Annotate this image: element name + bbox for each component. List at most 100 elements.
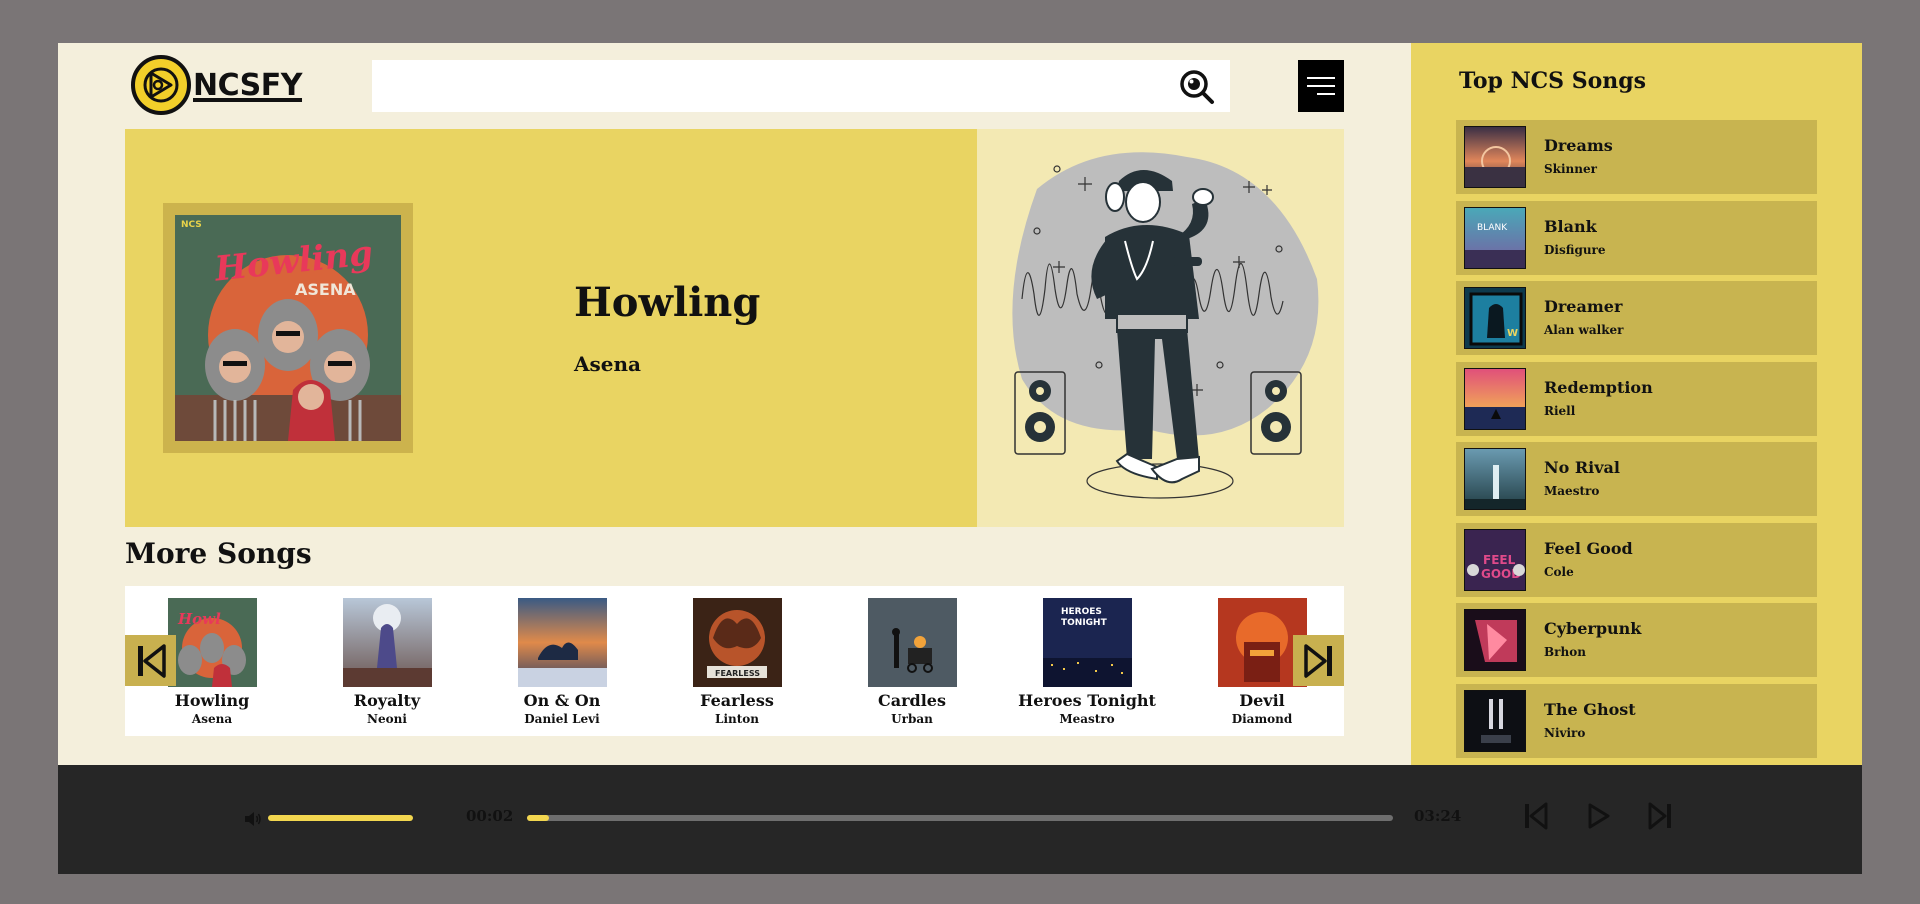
top-song-thumbnail: [1464, 609, 1526, 671]
top-song-artist: Riell: [1544, 404, 1576, 418]
song-artist: Urban: [891, 712, 933, 726]
song-card[interactable]: HEROES TONIGHT Heroes Tonight Meastro: [1012, 598, 1162, 726]
seek-bar[interactable]: [527, 815, 1393, 821]
song-thumbnail: [517, 598, 607, 687]
search-box: [372, 60, 1230, 112]
song-title: Devil: [1239, 691, 1285, 710]
top-song-item[interactable]: FEEL GOOD Feel Good Cole: [1456, 523, 1817, 597]
menu-icon[interactable]: [1298, 60, 1344, 112]
search-icon[interactable]: [1178, 68, 1216, 106]
skip-back-icon: [137, 643, 166, 678]
song-title: Howling: [174, 691, 250, 710]
main-panel: NCSFY NCS Howling ASENA Howling Asena Mo…: [58, 43, 1411, 765]
svg-text:NCS: NCS: [181, 220, 202, 230]
seek-progress: [527, 815, 549, 821]
logo[interactable]: NCSFY: [131, 54, 303, 116]
top-song-item[interactable]: W Dreamer Alan walker: [1456, 281, 1817, 355]
top-songs-panel: Top NCS Songs Dreams Skinner BLANK Blank…: [1411, 43, 1862, 765]
app-window: NCSFY NCS Howling ASENA Howling Asena Mo…: [58, 43, 1862, 874]
top-song-thumbnail: W: [1464, 287, 1526, 349]
more-songs-heading: More Songs: [125, 537, 312, 570]
song-artist: Asena: [191, 712, 233, 726]
top-song-title: The Ghost: [1544, 700, 1636, 719]
carousel-prev-button[interactable]: [125, 635, 176, 686]
top-song-thumbnail: [1464, 690, 1526, 752]
search-input[interactable]: [372, 60, 1230, 112]
song-artist: Neoni: [367, 712, 407, 726]
more-songs-carousel: Howl Howling Asena Royalty Neoni On & On…: [125, 586, 1344, 736]
song-card[interactable]: On & On Daniel Levi: [487, 598, 637, 726]
song-artist: Meastro: [1059, 712, 1115, 726]
top-song-thumbnail: [1464, 126, 1526, 188]
top-songs-heading: Top NCS Songs: [1459, 68, 1647, 94]
top-song-thumbnail: [1464, 368, 1526, 430]
current-time: 00:02: [466, 807, 514, 825]
top-song-title: Blank: [1544, 217, 1597, 236]
song-card[interactable]: Cardles Urban: [837, 598, 987, 726]
song-card[interactable]: FEARLESS Fearless Linton: [662, 598, 812, 726]
top-song-item[interactable]: BLANK Blank Disfigure: [1456, 201, 1817, 275]
svg-text:FEEL: FEEL: [1483, 553, 1516, 567]
hero-album-art: NCS Howling ASENA: [175, 215, 401, 441]
song-title: Fearless: [700, 691, 774, 710]
song-title: On & On: [523, 691, 601, 710]
song-thumbnail: [867, 598, 957, 687]
top-song-artist: Disfigure: [1544, 243, 1606, 257]
volume-slider[interactable]: [268, 815, 413, 821]
play-icon: [1588, 803, 1610, 829]
hero-cover-frame: NCS Howling ASENA: [163, 203, 413, 453]
song-artist: Linton: [715, 712, 759, 726]
svg-text:FEARLESS: FEARLESS: [715, 669, 760, 678]
logo-icon: [131, 55, 191, 115]
top-song-thumbnail: [1464, 448, 1526, 510]
top-song-item[interactable]: Dreams Skinner: [1456, 120, 1817, 194]
top-song-item[interactable]: Cyberpunk Brhon: [1456, 603, 1817, 677]
song-title: Heroes Tonight: [1018, 691, 1156, 710]
song-artist: Diamond: [1231, 712, 1293, 726]
total-duration: 03:24: [1414, 807, 1462, 825]
hero-song-artist: Asena: [574, 352, 642, 376]
skip-forward-icon: [1303, 643, 1332, 678]
top-song-artist: Maestro: [1544, 484, 1600, 498]
top-song-artist: Niviro: [1544, 726, 1586, 740]
top-song-title: No Rival: [1544, 458, 1620, 477]
svg-text:BLANK: BLANK: [1477, 223, 1508, 233]
now-playing-hero: NCS Howling ASENA Howling Asena: [125, 129, 1344, 527]
song-card[interactable]: Royalty Neoni: [312, 598, 462, 726]
song-thumbnail: [342, 598, 432, 687]
song-thumbnail: FEARLESS: [692, 598, 782, 687]
svg-text:W: W: [1507, 328, 1518, 339]
play-button[interactable]: [1581, 798, 1617, 834]
song-artist: Daniel Levi: [524, 712, 600, 726]
svg-text:TONIGHT: TONIGHT: [1061, 618, 1108, 628]
top-song-thumbnail: FEEL GOOD: [1464, 529, 1526, 591]
top-song-artist: Alan walker: [1544, 323, 1624, 337]
volume-icon[interactable]: [244, 811, 262, 831]
previous-track-button[interactable]: [1518, 798, 1554, 834]
song-thumbnail: HEROES TONIGHT: [1042, 598, 1132, 687]
next-track-button[interactable]: [1642, 798, 1678, 834]
top-song-title: Dreams: [1544, 136, 1613, 155]
skip-forward-icon: [1648, 802, 1671, 830]
carousel-next-button[interactable]: [1293, 635, 1344, 686]
top-song-title: Cyberpunk: [1544, 619, 1642, 638]
dj-illustration: [977, 129, 1344, 527]
song-title: Royalty: [353, 691, 421, 710]
top-song-title: Redemption: [1544, 378, 1653, 397]
top-song-title: Dreamer: [1544, 297, 1623, 316]
top-song-artist: Skinner: [1544, 162, 1597, 176]
song-title: Cardles: [878, 691, 946, 710]
top-song-artist: Cole: [1544, 565, 1574, 579]
hero-song-title: Howling: [574, 279, 761, 326]
song-thumbnail: Howl: [167, 598, 257, 687]
svg-text:Howl: Howl: [177, 610, 221, 628]
top-song-title: Feel Good: [1544, 539, 1633, 558]
player-bar: 00:02 03:24: [58, 765, 1862, 874]
top-song-thumbnail: BLANK: [1464, 207, 1526, 269]
svg-text:ASENA: ASENA: [295, 280, 356, 299]
skip-back-icon: [1525, 802, 1548, 830]
top-song-item[interactable]: No Rival Maestro: [1456, 442, 1817, 516]
top-song-item[interactable]: The Ghost Niviro: [1456, 684, 1817, 758]
top-song-item[interactable]: Redemption Riell: [1456, 362, 1817, 436]
logo-text: NCSFY: [193, 67, 303, 103]
